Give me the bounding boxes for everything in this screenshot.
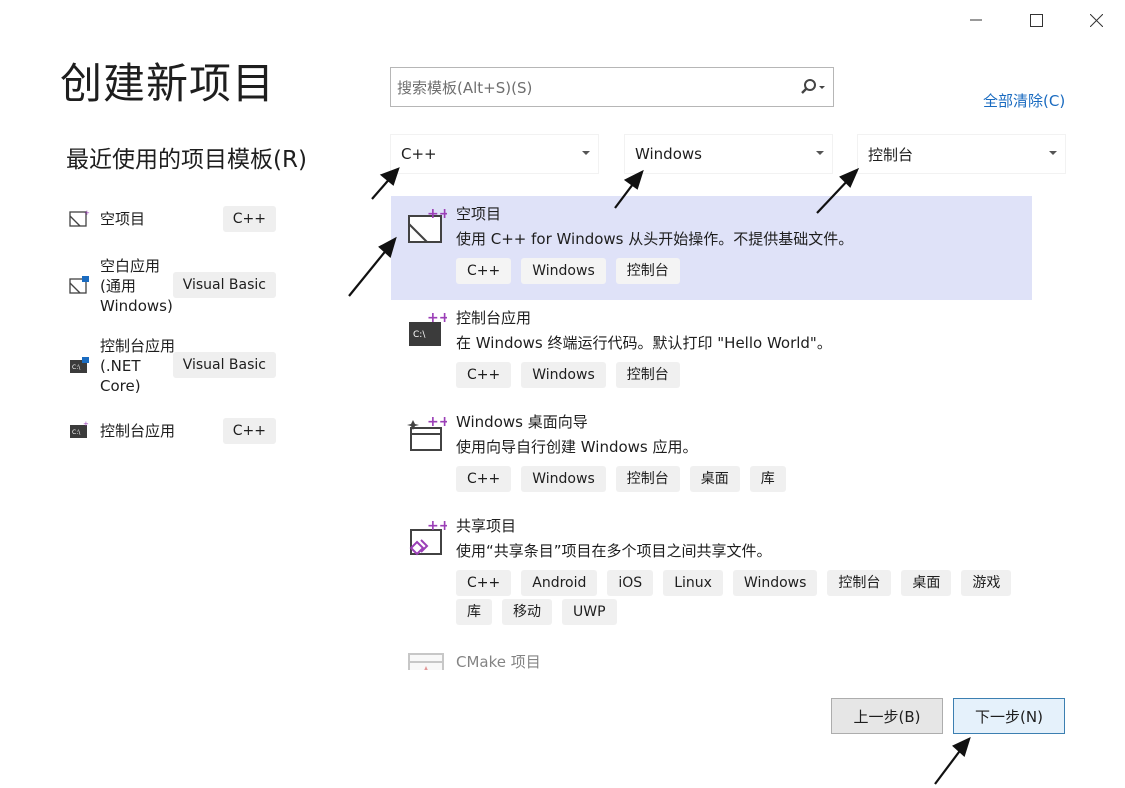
project-type-filter-value: 控制台 <box>868 145 914 164</box>
svg-text:+: + <box>84 209 90 217</box>
platform-filter[interactable]: Windows <box>625 135 832 173</box>
close-button[interactable] <box>1081 6 1111 34</box>
svg-text:++: ++ <box>427 518 447 534</box>
template-tag: 控制台 <box>615 258 680 284</box>
template-tags: C++ Windows 控制台 桌面 库 <box>456 466 1032 495</box>
template-name: CMake 项目 <box>456 653 541 670</box>
recent-item-empty-project[interactable]: + 空项目 C++ <box>68 206 280 232</box>
template-tag: Windows <box>521 258 606 284</box>
template-tags: C++ Windows 控制台 <box>456 362 1032 391</box>
arrow-head <box>623 169 644 190</box>
svg-text:++: ++ <box>427 206 447 222</box>
recent-item-label: 控制台应用 (.NET Core) <box>100 337 176 395</box>
recent-item-label: 空项目 <box>100 210 146 228</box>
template-description: 使用“共享条目”项目在多个项目之间共享文件。 <box>456 542 772 560</box>
shared-project-icon: ++ <box>409 518 447 556</box>
template-tag: Windows <box>732 570 818 596</box>
recent-item-tag: Visual Basic <box>172 272 276 298</box>
svg-text:++: ++ <box>427 310 447 326</box>
template-tag: Windows <box>521 362 606 388</box>
arrow-annotation <box>371 175 393 200</box>
template-tag: 游戏 <box>961 570 1012 596</box>
template-tags: C++ Windows 控制台 <box>456 258 1032 287</box>
language-filter-value: C++ <box>401 145 437 163</box>
svg-text:C:\: C:\ <box>72 364 81 371</box>
template-tags: C++ Android iOS Linux Windows 控制台 桌面 游戏 … <box>456 570 1026 628</box>
arrow-head <box>952 736 971 757</box>
console-app-icon: C:\ ++ <box>409 310 447 346</box>
maximize-icon <box>1029 13 1043 27</box>
template-description: 使用 C++ for Windows 从头开始操作。不提供基础文件。 <box>456 230 854 248</box>
arrow-annotation <box>934 747 963 785</box>
recent-item-tag: Visual Basic <box>172 352 276 378</box>
chevron-down-icon <box>582 151 590 155</box>
template-name: 控制台应用 <box>456 309 532 327</box>
svg-text:C:\: C:\ <box>413 330 426 340</box>
template-tag: C++ <box>456 570 512 596</box>
template-tag: 库 <box>749 466 786 492</box>
svg-text:C:\: C:\ <box>72 429 81 436</box>
template-tag: C++ <box>456 466 512 492</box>
minimize-icon <box>970 19 982 21</box>
template-description: 使用向导自行创建 Windows 应用。 <box>456 438 698 456</box>
recent-item-tag: C++ <box>222 206 276 232</box>
recent-item-tag: C++ <box>222 418 276 444</box>
empty-project-icon: ++ <box>408 206 447 243</box>
search-icon[interactable] <box>799 78 827 96</box>
recent-item-blank-app[interactable]: 空白应用 (通用 Windows) Visual Basic <box>68 256 280 316</box>
search-box[interactable]: 搜索模板(Alt+S)(S) <box>390 67 834 107</box>
recent-item-console-app-cpp[interactable]: C:\ + 控制台应用 C++ <box>68 418 280 444</box>
template-name: Windows 桌面向导 <box>456 413 588 431</box>
arrow-annotation <box>348 247 389 297</box>
template-name: 共享项目 <box>456 517 517 535</box>
template-tag: Linux <box>663 570 723 596</box>
recent-item-console-app-net[interactable]: C:\ 控制台应用 (.NET Core) Visual Basic <box>68 336 280 396</box>
template-tag: 移动 <box>502 599 552 625</box>
recent-item-label: 空白应用 (通用 Windows) <box>100 257 173 315</box>
clear-all-link[interactable]: 全部清除(C) <box>983 90 1065 111</box>
page-title: 创建新项目 <box>60 59 276 108</box>
console-app-icon: C:\ + <box>70 420 89 438</box>
template-windows-desktop-wizard[interactable]: ++ Windows 桌面向导 使用向导自行创建 Windows 应用。 C++… <box>391 404 1032 508</box>
blank-app-icon <box>69 276 89 294</box>
search-input[interactable]: 搜索模板(Alt+S)(S) <box>397 77 799 98</box>
platform-filter-value: Windows <box>635 145 702 163</box>
minimize-button[interactable] <box>961 6 991 34</box>
maximize-button[interactable] <box>1021 6 1051 34</box>
template-description: 在 Windows 终端运行代码。默认打印 "Hello World"。 <box>456 334 832 352</box>
desktop-wizard-icon: ++ <box>407 414 447 451</box>
svg-text:++: ++ <box>427 414 447 430</box>
template-tag: UWP <box>562 599 617 625</box>
template-tag: C++ <box>456 258 512 284</box>
template-tag: 桌面 <box>689 466 740 492</box>
template-tag: C++ <box>456 362 512 388</box>
recent-templates-title: 最近使用的项目模板(R) <box>66 147 307 173</box>
empty-project-icon: + <box>69 209 90 227</box>
close-icon <box>1089 13 1103 27</box>
console-app-icon: C:\ <box>70 357 89 373</box>
template-name: 空项目 <box>456 205 502 223</box>
arrow-head <box>839 167 860 188</box>
template-cmake-project[interactable]: CMake 项目 <box>391 644 1032 670</box>
template-tag: iOS <box>607 570 654 596</box>
template-tag: Windows <box>521 466 606 492</box>
template-shared-project[interactable]: ++ 共享项目 使用“共享条目”项目在多个项目之间共享文件。 C++ Andro… <box>391 508 1032 638</box>
back-button[interactable]: 上一步(B) <box>831 698 943 734</box>
template-console-app[interactable]: C:\ ++ 控制台应用 在 Windows 终端运行代码。默认打印 "Hell… <box>391 300 1032 404</box>
language-filter[interactable]: C++ <box>391 135 598 173</box>
recent-item-label: 控制台应用 <box>100 422 176 440</box>
template-tag: 控制台 <box>615 466 680 492</box>
template-tag: 控制台 <box>827 570 892 596</box>
chevron-down-icon <box>816 151 824 155</box>
template-tag: 控制台 <box>615 362 680 388</box>
template-tag: 库 <box>456 599 492 625</box>
cmake-icon <box>408 653 444 670</box>
project-type-filter[interactable]: 控制台 <box>858 135 1065 173</box>
next-button[interactable]: 下一步(N) <box>953 698 1065 734</box>
svg-text:+: + <box>83 420 89 428</box>
template-tag: Android <box>521 570 598 596</box>
template-empty-project[interactable]: ++ 空项目 使用 C++ for Windows 从头开始操作。不提供基础文件… <box>391 196 1032 300</box>
template-tag: 桌面 <box>901 570 952 596</box>
chevron-down-icon <box>1049 151 1057 155</box>
